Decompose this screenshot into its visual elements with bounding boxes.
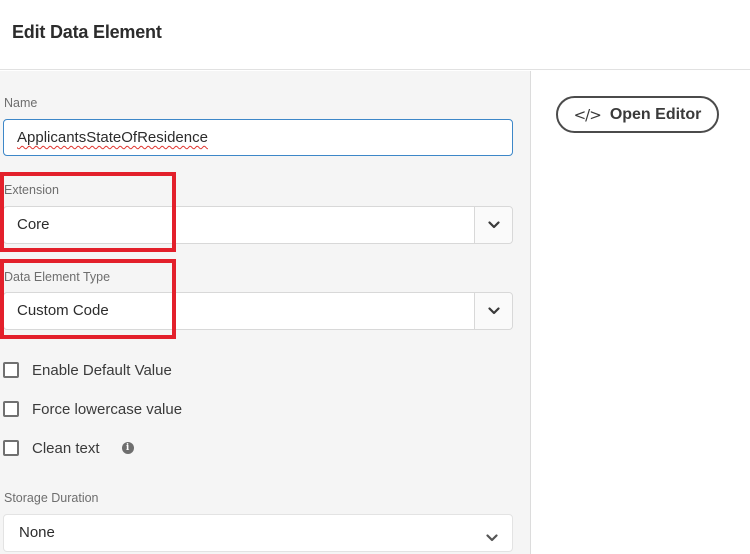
name-input-value: ApplicantsStateOfResidence — [17, 129, 208, 146]
code-icon: </> — [573, 105, 602, 124]
chevron-down-icon — [487, 307, 500, 315]
extension-combobox[interactable]: Core — [3, 206, 513, 244]
enable-default-value-label: Enable Default Value — [32, 361, 172, 379]
open-editor-button[interactable]: </> Open Editor — [556, 96, 719, 133]
clean-text-checkbox[interactable] — [3, 440, 19, 456]
data-element-type-dropdown-button[interactable] — [474, 293, 512, 329]
name-label: Name — [4, 96, 38, 110]
enable-default-value-row[interactable]: Enable Default Value — [3, 360, 172, 380]
force-lowercase-label: Force lowercase value — [32, 400, 183, 418]
data-element-type-value: Custom Code — [17, 302, 109, 319]
storage-duration-label: Storage Duration — [4, 491, 99, 505]
enable-default-value-checkbox[interactable] — [3, 362, 19, 378]
storage-duration-value: None — [19, 524, 55, 541]
open-editor-label: Open Editor — [609, 105, 702, 123]
chevron-down-icon — [487, 221, 500, 229]
extension-label: Extension — [4, 183, 59, 197]
storage-duration-dropdown[interactable] — [486, 529, 498, 547]
chevron-down-icon — [486, 534, 498, 542]
name-input[interactable]: ApplicantsStateOfResidence — [3, 119, 513, 156]
dialog-header: Edit Data Element — [0, 0, 750, 70]
page-title: Edit Data Element — [12, 22, 162, 42]
extension-value: Core — [17, 216, 50, 233]
data-element-type-combobox[interactable]: Custom Code — [3, 292, 513, 330]
extension-dropdown-button[interactable] — [474, 207, 512, 243]
force-lowercase-row[interactable]: Force lowercase value — [3, 399, 182, 419]
force-lowercase-checkbox[interactable] — [3, 401, 19, 417]
editor-panel — [531, 71, 750, 554]
data-element-type-label: Data Element Type — [4, 270, 111, 284]
storage-duration-select[interactable]: None — [3, 514, 513, 552]
clean-text-label: Clean text — [32, 439, 100, 457]
info-icon[interactable]: i — [121, 442, 134, 454]
clean-text-row[interactable]: Clean text i — [3, 438, 134, 458]
